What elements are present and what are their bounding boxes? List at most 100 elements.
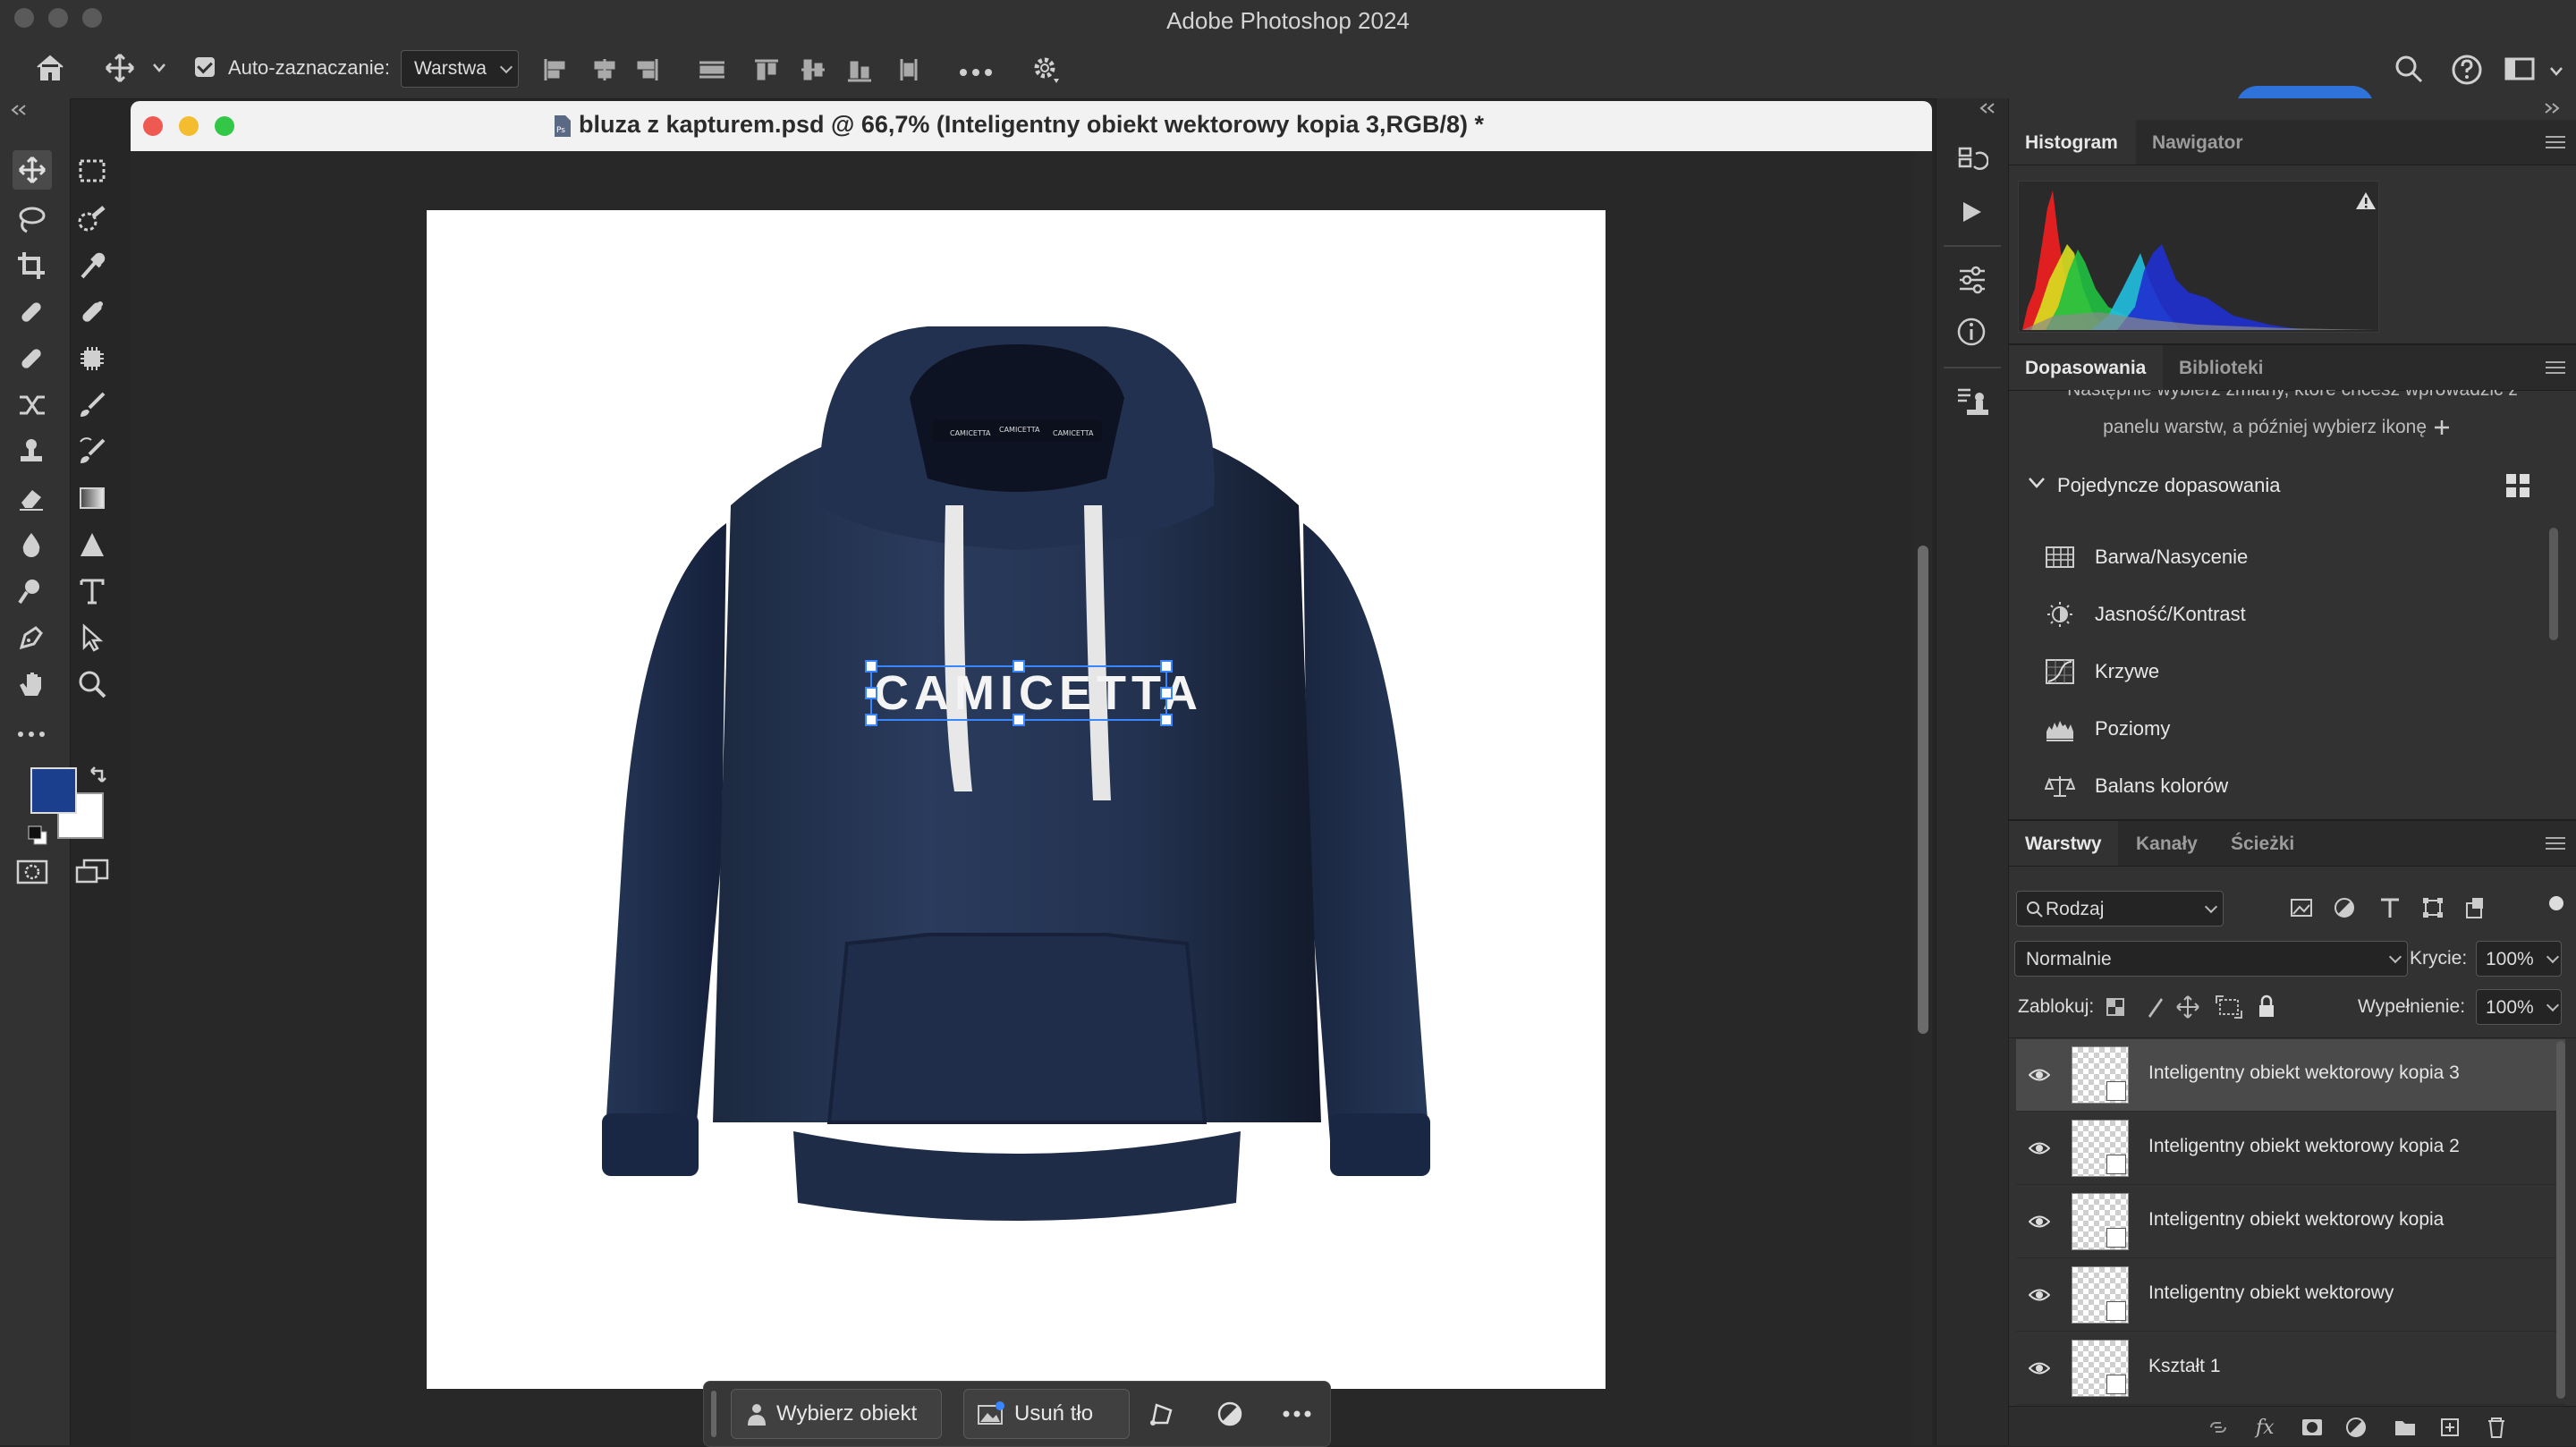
image-canvas[interactable]: CAMICETTA CAMICETTA CAMICETTA CAMICETTA	[427, 210, 1606, 1389]
stamp-tool-button[interactable]	[16, 436, 47, 467]
history-brush-tool-button[interactable]	[77, 436, 107, 467]
eye-icon[interactable]	[2029, 1359, 2050, 1377]
eye-icon[interactable]	[2029, 1213, 2050, 1231]
remove-tool-button[interactable]	[77, 297, 107, 327]
drag-handle[interactable]	[711, 1391, 716, 1437]
history-icon[interactable]	[1956, 145, 1988, 177]
layer-row[interactable]: Inteligentny obiekt wektorowy	[2016, 1259, 2565, 1332]
hand-tool-button[interactable]	[16, 669, 47, 699]
crop-tool-button[interactable]	[16, 250, 47, 281]
workspace-icon[interactable]	[2504, 55, 2537, 84]
document-tab[interactable]: Ps bluza z kapturem.psd @ 66,7% (Intelig…	[131, 101, 1932, 151]
move-tool-icon[interactable]	[104, 52, 136, 84]
blur-tool-button[interactable]	[16, 529, 47, 560]
adjustment-icon[interactable]	[1216, 1400, 1244, 1428]
layer-row[interactable]: Inteligentny obiekt wektorowy kopia 2	[2016, 1113, 2565, 1185]
chevron-down-icon[interactable]	[2027, 476, 2046, 490]
more-options-icon[interactable]	[959, 68, 995, 77]
single-adjustments-title[interactable]: Pojedyncze dopasowania	[2057, 474, 2281, 497]
quick-select-tool-button[interactable]	[77, 204, 107, 234]
layer-row[interactable]: Inteligentny obiekt wektorowy kopia 3	[2016, 1039, 2565, 1112]
pen-tool-button[interactable]	[16, 622, 47, 653]
marquee-tool-button[interactable]	[77, 156, 107, 186]
adjustment-curves[interactable]: Krzywe	[2045, 655, 2492, 690]
more-tools-button[interactable]	[16, 719, 47, 737]
layer-row[interactable]: Inteligentny obiekt wektorowy kopia	[2016, 1186, 2565, 1258]
blend-mode-dropdown[interactable]: Normalnie	[2014, 941, 2408, 977]
auto-select-target-dropdown[interactable]: Warstwa	[401, 50, 519, 88]
home-icon[interactable]	[34, 52, 66, 84]
search-icon[interactable]	[2394, 54, 2424, 84]
tab-libraries[interactable]: Biblioteki	[2179, 358, 2264, 379]
info-icon[interactable]	[1956, 317, 1987, 347]
tab-channels[interactable]: Kanały	[2136, 834, 2198, 855]
healing-brush-tool-button[interactable]	[16, 297, 47, 327]
screen-mode-icon[interactable]	[75, 859, 109, 885]
default-colors-icon[interactable]	[27, 825, 48, 846]
panel-menu-icon[interactable]	[2546, 132, 2565, 152]
eye-icon[interactable]	[2029, 1286, 2050, 1304]
collapse-chevron-icon[interactable]	[1978, 102, 1997, 114]
move-tool-button[interactable]	[13, 150, 52, 190]
dodge-tool-button[interactable]	[16, 576, 47, 606]
layer-filter-dropdown[interactable]: Rodzaj	[2016, 891, 2224, 927]
tab-adjustments[interactable]: Dopasowania	[2025, 358, 2146, 379]
chevron-down-icon[interactable]	[2549, 66, 2563, 77]
adjustment-levels[interactable]: Poziomy	[2045, 712, 2492, 748]
auto-select-checkbox[interactable]	[195, 57, 215, 77]
filter-toggle[interactable]	[2549, 896, 2563, 910]
align-distribute-icons[interactable]	[540, 55, 952, 84]
properties-sliders-icon[interactable]	[1956, 265, 1988, 295]
type-tool-button[interactable]	[77, 576, 107, 606]
more-options-icon[interactable]	[1282, 1409, 1312, 1419]
lock-options-icons[interactable]	[2104, 993, 2283, 1020]
layer-filter-icons[interactable]	[2288, 894, 2512, 921]
expand-chevron-icon[interactable]	[2542, 102, 2562, 114]
foreground-color-swatch[interactable]	[30, 767, 77, 814]
fill-input[interactable]: 100%	[2476, 989, 2562, 1025]
layer-comps-icon[interactable]	[1954, 385, 1990, 419]
lasso-tool-button[interactable]	[16, 204, 47, 234]
panel-menu-icon[interactable]	[2546, 358, 2565, 377]
bandage-tool-button[interactable]	[16, 343, 47, 374]
sharpen-tool-button[interactable]	[77, 529, 107, 560]
chip-tool-button[interactable]	[77, 343, 107, 374]
path-select-tool-button[interactable]	[77, 622, 107, 653]
layers-scrollbar[interactable]	[2556, 1041, 2565, 1399]
transform-icon[interactable]	[1148, 1400, 1176, 1428]
eraser-tool-button[interactable]	[16, 483, 47, 513]
canvas-vertical-scrollbar[interactable]	[1914, 152, 1932, 1445]
remove-background-button[interactable]: Usuń tło	[963, 1389, 1130, 1439]
warning-icon[interactable]	[2355, 190, 2377, 210]
adjustment-hue-saturation[interactable]: Barwa/Nasycenie	[2045, 540, 2492, 576]
opacity-input[interactable]: 100%	[2476, 941, 2562, 977]
app-title: Adobe Photoshop 2024	[1166, 7, 1410, 34]
chevron-down-icon[interactable]	[152, 63, 166, 73]
panel-menu-icon[interactable]	[2546, 834, 2565, 853]
select-subject-button[interactable]: Wybierz obiekt	[731, 1389, 942, 1439]
adjustment-color-balance[interactable]: Balans kolorów	[2045, 769, 2492, 805]
gradient-tool-button[interactable]	[77, 483, 107, 513]
search-icon	[2027, 901, 2043, 918]
content-aware-move-tool-button[interactable]	[16, 390, 47, 420]
layer-action-icons[interactable]: fx	[2206, 1414, 2563, 1441]
tab-paths[interactable]: Ścieżki	[2231, 834, 2294, 855]
tab-histogram[interactable]: Histogram	[2025, 132, 2118, 154]
tab-navigator[interactable]: Nawigator	[2152, 132, 2243, 154]
collapse-chevron-icon[interactable]	[9, 104, 29, 116]
eyedropper-tool-button[interactable]	[77, 250, 107, 281]
help-icon[interactable]	[2451, 54, 2483, 86]
tab-layers[interactable]: Warstwy	[2025, 834, 2102, 855]
zoom-tool-button[interactable]	[77, 669, 107, 699]
gear-icon[interactable]	[1030, 54, 1063, 86]
eye-icon[interactable]	[2029, 1139, 2050, 1157]
brush-tool-button[interactable]	[77, 390, 107, 420]
quick-mask-icon[interactable]	[16, 859, 48, 885]
play-actions-icon[interactable]	[1958, 199, 1985, 225]
adjustments-scrollbar[interactable]	[2549, 528, 2558, 640]
layer-row[interactable]: Kształt 1	[2016, 1333, 2565, 1405]
adjustment-brightness-contrast[interactable]: Jasność/Kontrast	[2045, 597, 2492, 633]
swap-colors-icon[interactable]	[86, 764, 109, 787]
eye-icon[interactable]	[2029, 1066, 2050, 1084]
grid-view-icon[interactable]	[2504, 472, 2531, 499]
